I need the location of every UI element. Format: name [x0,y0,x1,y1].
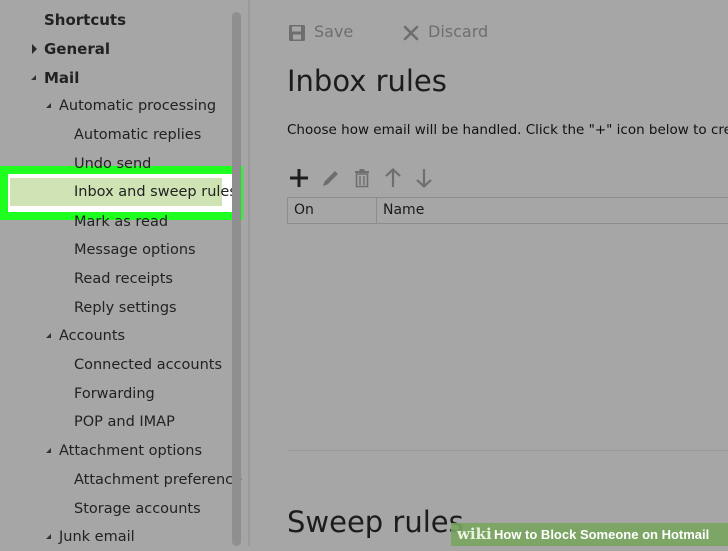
collapse-arrow-icon[interactable] [46,534,51,539]
add-icon [290,169,308,187]
sidebar-item-automatic-replies[interactable]: Automatic replies [74,121,201,149]
save-button[interactable]: Save [288,20,368,44]
sidebar-item-label: Message options [74,242,196,258]
wikihow-watermark: wiki How to Block Someone on Hotmail [451,523,728,546]
delete-icon [355,169,369,188]
move-down-icon [416,169,432,189]
sidebar-item-label: Junk email [59,529,135,545]
sidebar-item-label: Mark as read [74,214,169,230]
sidebar-item-label: Attachment options [59,443,203,459]
watermark-text: How to Block Someone on Hotmail [494,527,710,542]
collapse-arrow-icon[interactable] [46,448,51,453]
sidebar-item-label: Connected accounts [74,357,223,373]
add-rule-button[interactable] [287,166,311,190]
edit-icon [323,171,338,186]
settings-sidebar: Shortcuts General Mail Automatic process… [0,0,244,546]
save-icon [289,25,305,41]
section-divider [287,450,728,451]
sidebar-item-label: Undo send [74,156,152,172]
sidebar-item-label: Automatic replies [74,127,202,143]
sidebar-item-label: Forwarding [74,386,155,402]
sidebar-item-label: Storage accounts [74,501,201,517]
rules-pane: Save Discard Inbox rules Choose how emai… [250,0,728,546]
discard-button[interactable]: Discard [402,20,512,44]
sidebar-item-connected-accounts[interactable]: Connected accounts [74,351,222,379]
column-header-label: Name [383,202,425,218]
move-rule-up-button[interactable] [381,166,405,190]
wikihow-logo: wiki [457,525,492,543]
collapse-arrow-icon[interactable] [46,333,51,338]
delete-rule-button[interactable] [350,166,374,190]
sidebar-item-read-receipts[interactable]: Read receipts [74,265,173,293]
sidebar-item-label: Attachment preference [74,472,243,488]
close-icon [403,25,419,41]
sidebar-item-label: Accounts [59,328,126,344]
move-rule-down-button[interactable] [412,166,436,190]
column-header-on[interactable]: On [288,198,377,223]
sidebar-item-attachment-preference[interactable]: Attachment preference [74,466,242,494]
sidebar-item-label: POP and IMAP [74,414,175,430]
edit-rule-button[interactable] [319,166,343,190]
sidebar-item-label: Read receipts [74,271,173,287]
sidebar-item-label: Automatic processing [59,98,217,114]
sidebar-item-shortcuts[interactable]: Shortcuts [44,6,126,34]
sidebar-item-label: Reply settings [74,300,177,316]
page-title: Inbox rules [287,64,447,98]
sidebar-scrollbar[interactable] [232,12,241,546]
rules-description: Choose how email will be handled. Click … [287,122,728,138]
sidebar-item-message-options[interactable]: Message options [74,236,196,264]
expand-arrow-icon[interactable] [32,44,37,54]
sidebar-item-label: Inbox and sweep rules [74,184,237,200]
save-label: Save [314,22,354,41]
sidebar-item-label: Shortcuts [44,11,127,29]
inbox-rules-table: On Name [287,197,728,224]
sidebar-item-pop-and-imap[interactable]: POP and IMAP [74,408,175,436]
sidebar-item-inbox-and-sweep-rules[interactable]: Inbox and sweep rules [74,178,237,206]
sidebar-item-storage-accounts[interactable]: Storage accounts [74,495,201,523]
discard-label: Discard [428,22,489,41]
sidebar-item-forwarding[interactable]: Forwarding [74,380,155,408]
sidebar-item-reply-settings[interactable]: Reply settings [74,294,177,322]
sidebar-item-label: General [44,40,110,58]
column-header-label: On [294,202,314,218]
sidebar-item-undo-send[interactable]: Undo send [74,150,151,178]
sweep-rules-title: Sweep rules [287,505,464,539]
sidebar-item-mark-as-read[interactable]: Mark as read [74,208,168,236]
collapse-arrow-icon[interactable] [31,75,36,80]
sidebar-item-label: Mail [44,69,80,87]
collapse-arrow-icon[interactable] [46,103,51,108]
column-header-name[interactable]: Name [377,198,728,223]
move-up-icon [385,167,401,187]
